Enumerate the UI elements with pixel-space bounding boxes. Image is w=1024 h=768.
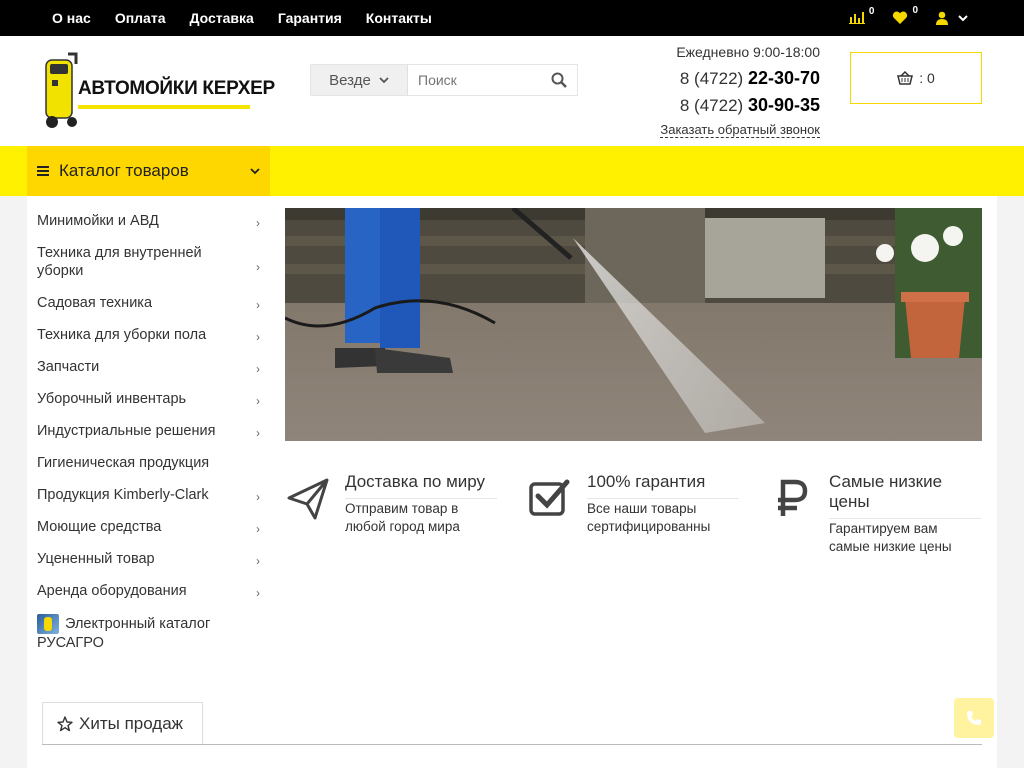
- catalog-item-miniwash[interactable]: Минимойки и АВД ›: [27, 212, 270, 230]
- chevron-right-icon: ›: [256, 490, 260, 504]
- search-input[interactable]: [408, 65, 541, 95]
- callback-float-button[interactable]: [954, 698, 994, 738]
- tab-bestsellers-label: Хиты продаж: [79, 714, 184, 733]
- catalog-item-rusagro[interactable]: Электронный каталог РУСАГРО: [27, 614, 270, 652]
- catalog-item-indoor-cleaning[interactable]: Техника для внутренней уборки ›: [27, 244, 270, 280]
- cart-button[interactable]: : 0: [850, 52, 982, 104]
- logo-text: АВТОМОЙКИ КЕРХЕР: [78, 78, 275, 99]
- catalog-item-rental[interactable]: Аренда оборудования ›: [27, 582, 270, 600]
- chevron-down-icon: [958, 15, 968, 22]
- phone-icon: [967, 711, 981, 725]
- search-scope-select[interactable]: Везде: [311, 65, 408, 95]
- chevron-right-icon: ›: [256, 216, 260, 230]
- phone-2-number: 30-90-35: [747, 95, 820, 115]
- chevron-right-icon: ›: [256, 586, 260, 600]
- check-square-icon: [529, 479, 570, 516]
- banner-image: [285, 208, 982, 441]
- chevron-right-icon: ›: [256, 330, 260, 344]
- top-icons: 0 0: [831, 0, 968, 36]
- feature-low-prices-title: Самые низкие цены: [829, 472, 981, 519]
- main-content: Минимойки и АВД › Техника для внутренней …: [27, 196, 997, 768]
- paper-plane-icon: [287, 478, 329, 520]
- user-icon: [936, 11, 948, 25]
- header: АВТОМОЙКИ КЕРХЕР Везде Ежедневно 9:00-18…: [0, 36, 1024, 146]
- feature-warranty-title: 100% гарантия: [587, 472, 739, 499]
- feature-delivery-title: Доставка по миру: [345, 472, 497, 499]
- phone-1-number: 22-30-70: [747, 68, 820, 88]
- catalog-item-industrial[interactable]: Индустриальные решения ›: [27, 422, 270, 440]
- chevron-down-icon: [250, 168, 260, 175]
- catalog-label: Каталог товаров: [59, 161, 189, 180]
- catalog-item-floor-cleaning[interactable]: Техника для уборки пола ›: [27, 326, 270, 344]
- nav-link-payment[interactable]: Оплата: [115, 10, 166, 26]
- chevron-right-icon: ›: [256, 362, 260, 376]
- search-form: Везде: [310, 64, 578, 96]
- catalog-list: Минимойки и АВД › Техника для внутренней …: [27, 196, 270, 652]
- working-hours: Ежедневно 9:00-18:00: [676, 44, 820, 60]
- chevron-right-icon: ›: [256, 522, 260, 536]
- feature-low-prices-desc: Гарантируем вам самые низкие цены: [829, 521, 952, 554]
- menu-icon: [37, 164, 49, 178]
- phone-1[interactable]: 8 (4722) 22-30-70: [620, 68, 820, 89]
- wishlist-link[interactable]: 0: [892, 5, 918, 25]
- account-menu[interactable]: [936, 11, 968, 25]
- chevron-right-icon: ›: [256, 298, 260, 312]
- phone-2-code: 8 (4722): [679, 96, 744, 115]
- star-icon: [57, 716, 73, 732]
- catalog-item-parts[interactable]: Запчасти ›: [27, 358, 270, 376]
- cart-count: : 0: [919, 70, 935, 86]
- feature-delivery-desc: Отправим товар в любой город мира: [345, 501, 460, 534]
- ruble-icon: [778, 479, 808, 516]
- chevron-right-icon: ›: [256, 260, 260, 274]
- compare-link[interactable]: 0: [848, 6, 874, 24]
- basket-icon: [897, 71, 914, 85]
- tab-bestsellers[interactable]: Хиты продаж: [42, 702, 203, 745]
- catalog-item-discounted[interactable]: Уцененный товар ›: [27, 550, 270, 568]
- chevron-right-icon: ›: [256, 426, 260, 440]
- catalog-bar: Каталог товаров: [0, 146, 1024, 196]
- rusagro-logo-icon: [37, 614, 59, 634]
- nav-link-delivery[interactable]: Доставка: [189, 10, 253, 26]
- heart-icon: [893, 11, 908, 24]
- compare-count: 0: [868, 6, 875, 17]
- phone-1-code: 8 (4722): [679, 69, 744, 88]
- chevron-down-icon: [379, 77, 389, 84]
- hero-banner[interactable]: [285, 208, 982, 441]
- search-icon: [551, 72, 567, 88]
- nav-link-about[interactable]: О нас: [52, 10, 91, 26]
- tabs-divider: [42, 744, 982, 745]
- catalog-item-detergents[interactable]: Моющие средства ›: [27, 518, 270, 536]
- phone-2[interactable]: 8 (4722) 30-90-35: [620, 95, 820, 116]
- chevron-right-icon: ›: [256, 394, 260, 408]
- catalog-item-hygiene[interactable]: Гигиеническая продукция: [27, 454, 270, 472]
- nav-link-warranty[interactable]: Гарантия: [278, 10, 342, 26]
- chevron-right-icon: ›: [256, 554, 260, 568]
- logo-underline: [78, 105, 250, 109]
- catalog-item-garden[interactable]: Садовая техника ›: [27, 294, 270, 312]
- site-logo[interactable]: АВТОМОЙКИ КЕРХЕР: [38, 52, 275, 132]
- catalog-toggle-button[interactable]: Каталог товаров: [27, 146, 270, 196]
- bar-chart-icon: [848, 12, 865, 24]
- search-button[interactable]: [541, 65, 577, 95]
- catalog-item-cleaning-tools[interactable]: Уборочный инвентарь ›: [27, 390, 270, 408]
- callback-link[interactable]: Заказать обратный звонок: [660, 122, 820, 138]
- catalog-sidebar: Минимойки и АВД › Техника для внутренней …: [27, 196, 270, 666]
- feature-warranty-desc: Все наши товары сертифицированны: [587, 501, 711, 534]
- top-bar: О нас Оплата Доставка Гарантия Контакты …: [0, 0, 1024, 36]
- features-row: Доставка по миру Отправим товар в любой …: [285, 472, 982, 572]
- search-scope-label: Везде: [329, 71, 371, 89]
- nav-link-contacts[interactable]: Контакты: [366, 10, 432, 26]
- contacts-block: Ежедневно 9:00-18:00 8 (4722) 22-30-70 8…: [620, 44, 820, 139]
- pressure-washer-logo-icon: [45, 52, 78, 128]
- catalog-item-kimberly-clark[interactable]: Продукция Kimberly-Clark ›: [27, 486, 270, 504]
- top-nav: О нас Оплата Доставка Гарантия Контакты: [52, 0, 456, 36]
- wishlist-count: 0: [912, 5, 918, 16]
